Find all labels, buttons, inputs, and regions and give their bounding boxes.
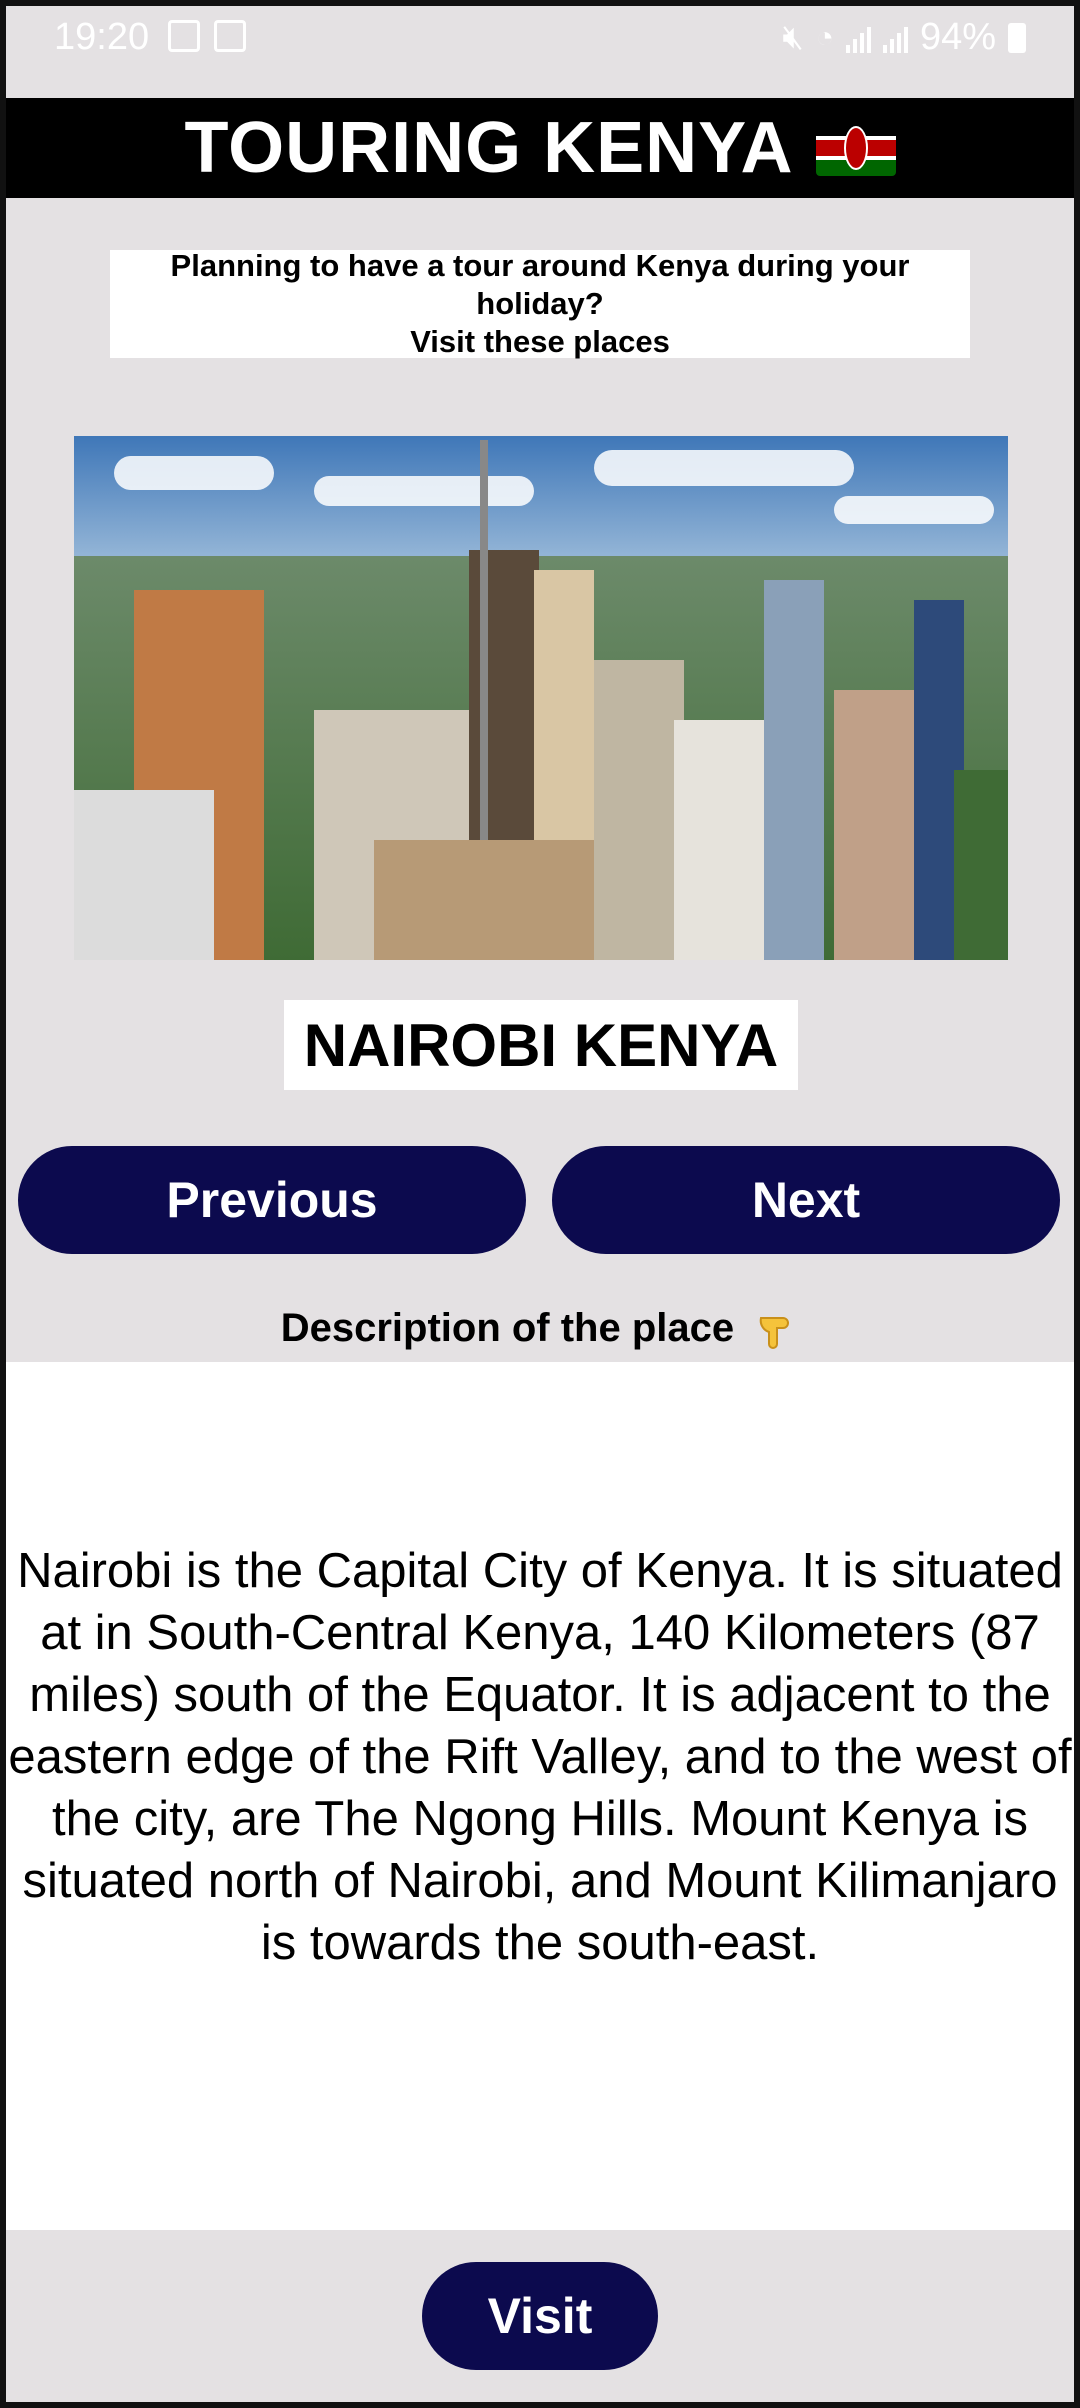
- app-screen: 19:20 🔇︎ ◔ 94% TOURING KENYA Planning to…: [6, 6, 1074, 2402]
- status-time: 19:20: [54, 16, 150, 58]
- description-text: Nairobi is the Capital City of Kenya. It…: [8, 1544, 1072, 1970]
- app-header: TOURING KENYA: [6, 98, 1074, 198]
- place-name: NAIROBI KENYA: [284, 1000, 798, 1090]
- next-button[interactable]: Next: [552, 1146, 1060, 1254]
- description-heading: Description of the place: [6, 1306, 1074, 1352]
- kenya-flag-icon: [815, 120, 896, 176]
- status-bar: 19:20 🔇︎ ◔ 94%: [6, 6, 1074, 94]
- screenshot-icon: [168, 20, 200, 52]
- gallery-icon: [214, 20, 246, 52]
- intro-box: Planning to have a tour around Kenya dur…: [110, 248, 970, 359]
- mute-icon: 🔇︎: [782, 18, 804, 56]
- description-heading-label: Description of the place: [280, 1306, 735, 1350]
- battery-percent: 94%: [919, 16, 996, 58]
- wifi-icon: ◔: [815, 20, 834, 54]
- page-title: TOURING KENYA: [184, 108, 794, 188]
- place-photo: [74, 436, 1008, 960]
- description-panel: Nairobi is the Capital City of Kenya. It…: [6, 1362, 1074, 2230]
- pointing-down-hand-icon: [755, 1308, 799, 1352]
- signal-2-icon: [882, 23, 908, 53]
- intro-line-2: Visit these places: [410, 324, 670, 359]
- intro-line-1: Planning to have a tour around Kenya dur…: [170, 248, 910, 321]
- signal-1-icon: [845, 23, 871, 53]
- battery-icon: [1008, 22, 1026, 53]
- visit-button[interactable]: Visit: [422, 2262, 658, 2370]
- notification-icons: [168, 20, 246, 52]
- status-indicators: 🔇︎ ◔ 94%: [782, 16, 1026, 59]
- previous-button[interactable]: Previous: [18, 1146, 526, 1254]
